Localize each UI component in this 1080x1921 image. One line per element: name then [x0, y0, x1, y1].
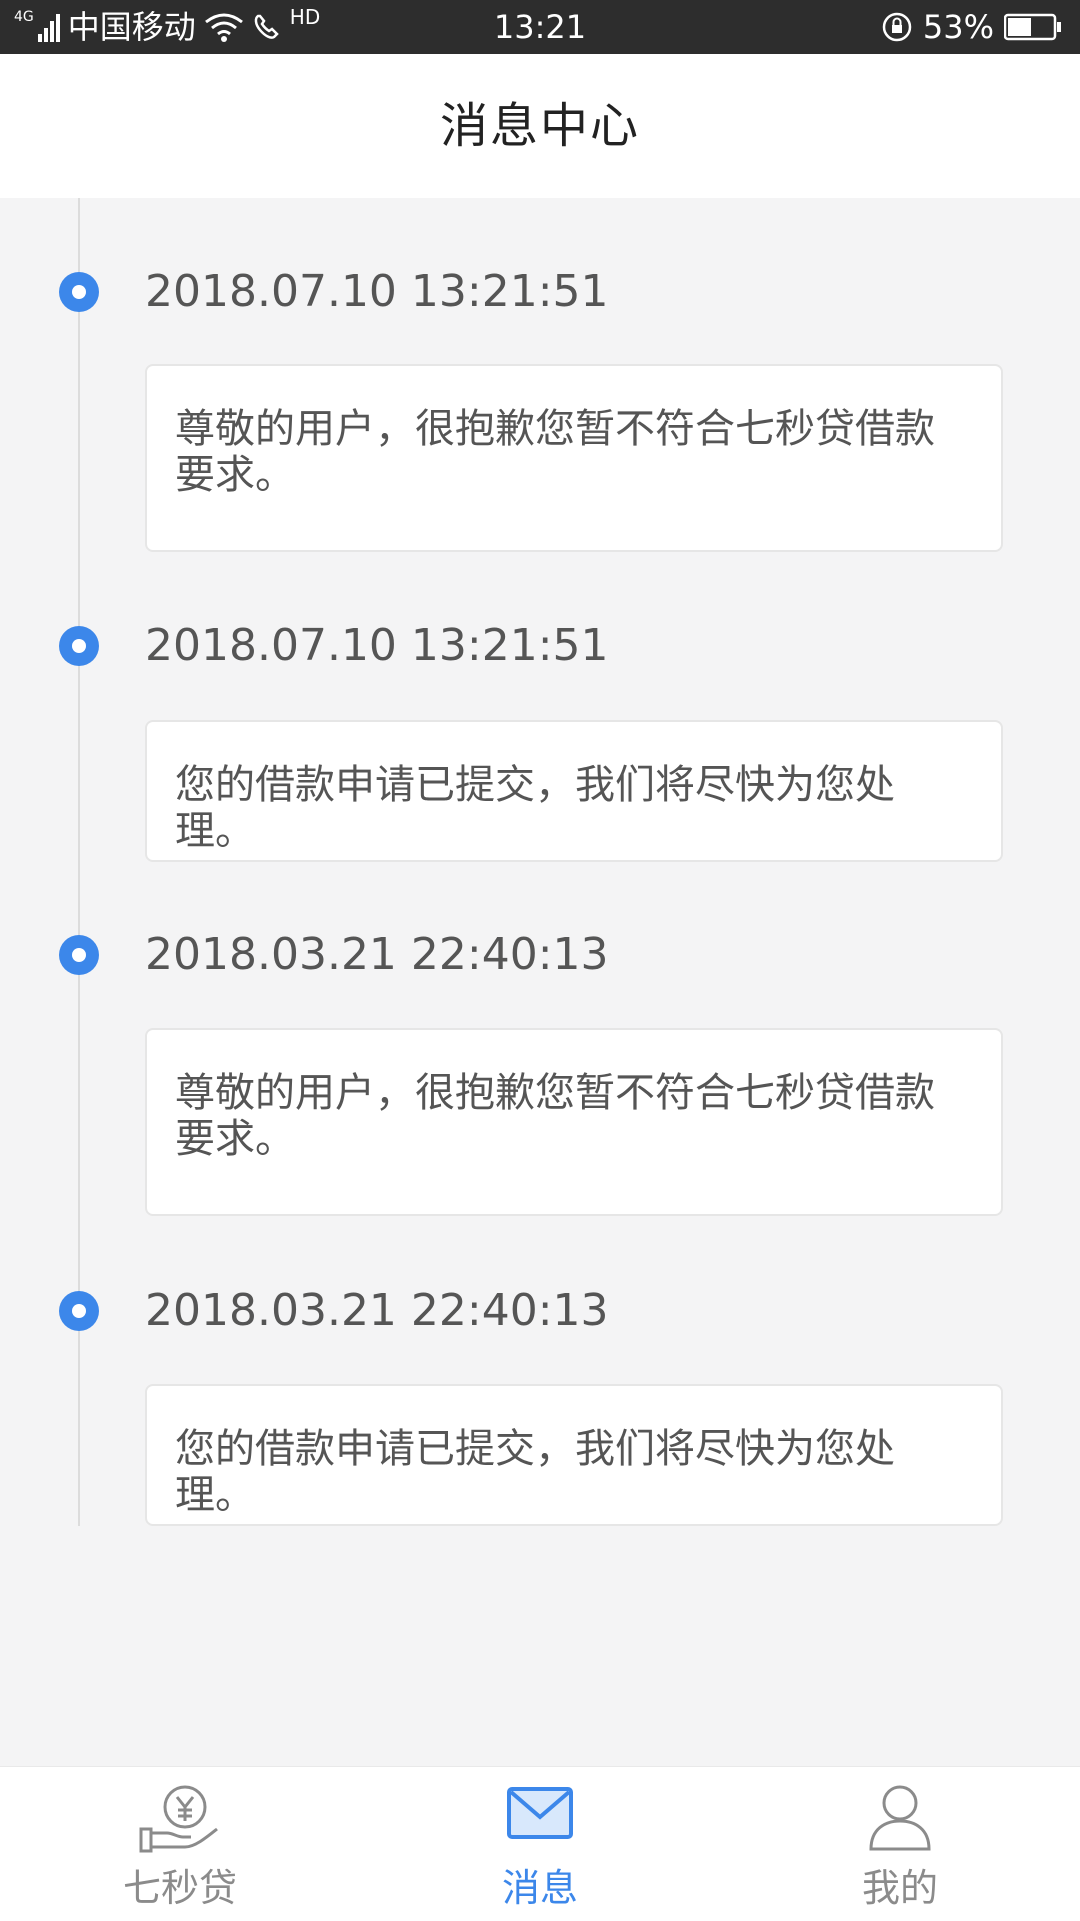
message-timestamp: 2018.07.10 13:21:51: [145, 620, 609, 671]
status-right: 53%: [881, 0, 1062, 54]
user-icon: [865, 1783, 935, 1857]
message-text: 您的借款申请已提交，我们将尽快为您处理。: [175, 762, 895, 854]
header: 消息中心: [0, 54, 1080, 198]
envelope-icon: [505, 1783, 575, 1847]
timeline-dot: [59, 626, 99, 666]
message-text: 您的借款申请已提交，我们将尽快为您处理。: [175, 1426, 895, 1518]
timeline-dot: [59, 272, 99, 312]
message-card[interactable]: 尊敬的用户，很抱歉您暂不符合七秒贷借款要求。: [145, 364, 1003, 552]
message-card[interactable]: 您的借款申请已提交，我们将尽快为您处理。: [145, 1384, 1003, 1526]
message-list[interactable]: 2018.07.10 13:21:51 尊敬的用户，很抱歉您暂不符合七秒贷借款要…: [0, 198, 1080, 1766]
timeline-dot: [59, 1291, 99, 1331]
message-timestamp: 2018.03.21 22:40:13: [145, 929, 609, 980]
nav-label: 消息: [501, 1866, 578, 1910]
message-card[interactable]: 您的借款申请已提交，我们将尽快为您处理。: [145, 720, 1003, 862]
nav-label: 七秒贷: [122, 1866, 237, 1910]
battery-percent: 53%: [922, 8, 994, 46]
rotation-lock-icon: [881, 11, 913, 43]
message-text: 尊敬的用户，很抱歉您暂不符合七秒贷借款要求。: [175, 1070, 935, 1162]
page-title: 消息中心: [439, 98, 640, 154]
bottom-nav: 七秒贷 消息 我的: [0, 1766, 1080, 1921]
nav-item-loan[interactable]: 七秒贷: [0, 1767, 360, 1921]
message-card[interactable]: 尊敬的用户，很抱歉您暂不符合七秒贷借款要求。: [145, 1028, 1003, 1216]
loan-hand-coin-icon: [137, 1783, 223, 1859]
status-bar: 4G 中国移动 HD 13:21 53%: [0, 0, 1080, 54]
nav-item-messages[interactable]: 消息: [360, 1767, 720, 1921]
timeline-dot: [59, 935, 99, 975]
message-text: 尊敬的用户，很抱歉您暂不符合七秒贷借款要求。: [175, 406, 935, 498]
nav-item-profile[interactable]: 我的: [720, 1767, 1080, 1921]
message-timestamp: 2018.07.10 13:21:51: [145, 266, 609, 317]
message-timestamp: 2018.03.21 22:40:13: [145, 1285, 609, 1336]
nav-label: 我的: [861, 1866, 938, 1910]
battery-icon: [1004, 13, 1062, 41]
